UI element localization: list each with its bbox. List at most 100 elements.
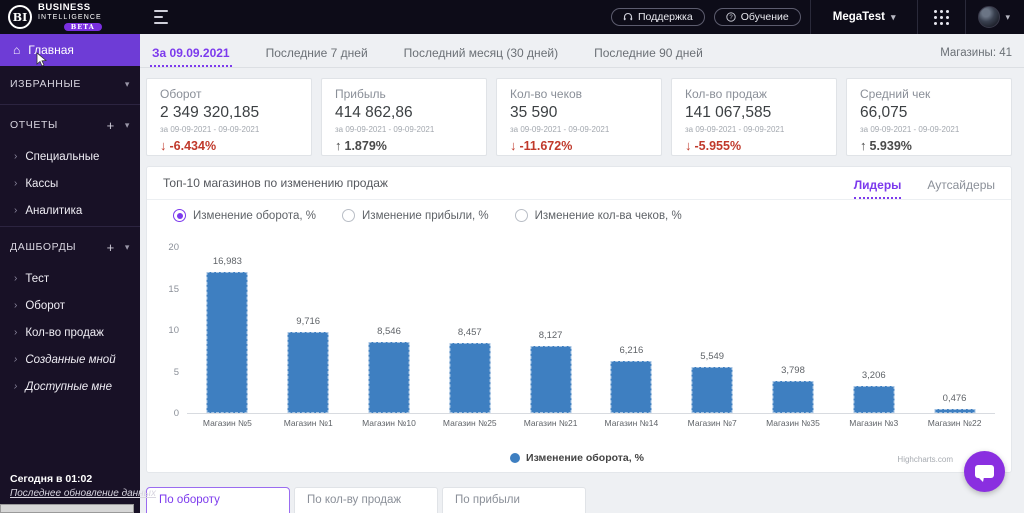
tab-by-turnover[interactable]: По обороту	[146, 487, 290, 513]
kpi-card-profit: Прибыль 414 862,86 за 09-09-2021 - 09-09…	[321, 78, 487, 156]
bar-value-label: 8,457	[457, 326, 482, 338]
radio-label: Изменение оборота, %	[193, 209, 317, 222]
chevron-down-icon: ▾	[890, 11, 896, 22]
period-tabs: За 09.09.2021 Последние 7 дней Последний…	[140, 34, 1024, 68]
sidebar-item-sales-count[interactable]: › Кол-во продаж	[10, 319, 130, 346]
bar[interactable]	[206, 272, 248, 413]
radio-icon	[173, 209, 186, 222]
bar-column[interactable]: 8,127 Магазин №21	[510, 248, 591, 428]
tab-period-day[interactable]: За 09.09.2021	[150, 40, 232, 67]
add-report-icon[interactable]: +	[107, 118, 115, 133]
home-icon: ⌂	[13, 43, 21, 57]
kpi-value: 414 862,86	[335, 104, 413, 121]
y-tick: 5	[173, 366, 179, 378]
kpi-delta-value: -11.672%	[519, 138, 573, 153]
bar[interactable]	[853, 386, 895, 413]
chat-button[interactable]	[964, 451, 1005, 492]
radio-icon	[514, 209, 528, 222]
radio-profit-change[interactable]: Изменение прибыли, %	[342, 209, 489, 222]
sidebar-item-kassy[interactable]: › Кассы	[10, 170, 130, 197]
last-update-link[interactable]: Последнее обновление данных	[10, 488, 156, 499]
stores-count: Магазины: 41	[940, 47, 1012, 59]
bar[interactable]	[287, 332, 329, 413]
bar[interactable]	[934, 409, 976, 413]
highcharts-credit[interactable]: Highcharts.com	[897, 455, 953, 464]
sidebar-item-special[interactable]: › Специальные	[10, 143, 130, 170]
bar-value-label: 0,476	[942, 393, 967, 405]
sidebar-item-label: Кол-во продаж	[25, 326, 104, 339]
sidebar-item-home[interactable]: ⌂ Главная	[0, 34, 140, 67]
sidebar-item-test[interactable]: › Тест	[10, 265, 130, 292]
user-menu[interactable]: ▾	[966, 6, 1024, 28]
sidebar-item-created-by-me[interactable]: › Созданные мной	[10, 346, 130, 373]
bar[interactable]	[530, 345, 572, 413]
bar-value-label: 3,798	[781, 365, 805, 377]
tab-outsiders[interactable]: Аутсайдеры	[927, 178, 995, 199]
bar-column[interactable]: 8,546 Магазин №10	[349, 248, 430, 428]
tab-period-7days[interactable]: Последние 7 дней	[264, 40, 370, 67]
bar-column[interactable]: 16,983 Магазин №5	[187, 248, 268, 428]
sidebar-item-oborot[interactable]: › Оборот	[10, 292, 130, 319]
bar-column[interactable]: 8,457 Магазин №25	[429, 248, 510, 428]
kpi-title: Кол-во продаж	[685, 87, 767, 101]
bar-category-label: Магазин №25	[442, 418, 497, 428]
sidebar-group-favorites[interactable]: ИЗБРАННЫЕ ▾	[10, 66, 130, 102]
svg-text:?: ?	[729, 15, 733, 21]
y-tick: 20	[168, 242, 179, 253]
radio-receipts-change[interactable]: Изменение кол-ва чеков, %	[514, 209, 682, 222]
bar[interactable]	[610, 361, 652, 413]
apps-grid-button[interactable]	[918, 9, 965, 25]
arrow-up-icon: ↑	[335, 138, 342, 153]
bar-column[interactable]: 0,476 Магазин №22	[914, 248, 995, 428]
bar[interactable]	[368, 342, 410, 413]
brand-line2: INTELLIGENCE	[38, 13, 102, 21]
radio-turnover-change[interactable]: Изменение оборота, %	[173, 209, 316, 222]
kpi-period: за 09-09-2021 - 09-09-2021	[510, 125, 610, 134]
bar[interactable]	[449, 342, 491, 413]
bar-column[interactable]: 3,206 Магазин №3	[833, 248, 914, 428]
chevron-right-icon: ›	[14, 178, 18, 189]
account-menu[interactable]: MegaTest ▾	[811, 11, 918, 23]
bar-column[interactable]: 6,216 Магазин №14	[591, 248, 672, 428]
kpi-delta: ↑ 5.939%	[860, 138, 998, 153]
add-dashboard-icon[interactable]: +	[107, 240, 115, 255]
bar-column[interactable]: 5,549 Магазин №7	[672, 248, 753, 428]
y-tick: 10	[168, 325, 179, 336]
plot-area: 16,983 Магазин №5 9,716 Магазин №1 8,546 Мага…	[187, 248, 995, 428]
legend-marker-icon	[510, 453, 521, 463]
bar-category-label: Магазин №22	[927, 418, 982, 428]
sidebar-group-dashboards[interactable]: ДАШБОРДЫ + ▾	[10, 229, 130, 265]
bar-column[interactable]: 9,716 Магазин №1	[268, 248, 349, 428]
tab-period-90days[interactable]: Последние 90 дней	[592, 40, 705, 67]
beta-badge: BETA	[63, 22, 102, 31]
sidebar-item-available-to-me[interactable]: › Доступные мне	[10, 373, 130, 400]
tab-leaders[interactable]: Лидеры	[853, 178, 902, 199]
main-content: За 09.09.2021 Последние 7 дней Последний…	[140, 34, 1024, 513]
tab-period-month[interactable]: Последний месяц (30 дней)	[402, 40, 560, 67]
sidebar-group-reports[interactable]: ОТЧЕТЫ + ▾	[10, 107, 130, 143]
legend-label: Изменение оборота, %	[526, 452, 644, 464]
bar[interactable]	[772, 381, 814, 413]
brand-text: BUSINESS INTELLIGENCE BETA	[38, 3, 102, 31]
bar-category-label: Магазин №14	[604, 418, 659, 428]
bar-column[interactable]: 3,798 Магазин №35	[753, 248, 834, 428]
mouse-cursor-icon	[36, 52, 47, 67]
sidebar-toggle-icon[interactable]	[154, 10, 172, 24]
chevron-down-icon: ▾	[124, 119, 130, 130]
kpi-title: Средний чек	[860, 87, 931, 101]
bar[interactable]	[691, 366, 733, 413]
support-button[interactable]: Поддержка	[610, 8, 705, 26]
sidebar-item-label: Доступные мне	[25, 380, 112, 393]
training-button[interactable]: ? Обучение	[713, 8, 801, 26]
sidebar-item-analytics[interactable]: › Аналитика	[10, 197, 130, 224]
app-window: BI BUSINESS INTELLIGENCE BETA Поддержка …	[0, 0, 1024, 513]
tab-by-profit[interactable]: По прибыли	[442, 487, 586, 513]
brand-logo[interactable]: BI BUSINESS INTELLIGENCE BETA	[0, 0, 140, 34]
chart-legend[interactable]: Изменение оборота, %	[157, 452, 997, 464]
y-axis: 20 15 10 5 0	[157, 243, 179, 419]
sidebar-divider	[0, 226, 140, 227]
arrow-down-icon: ↓	[685, 138, 692, 153]
kpi-value: 2 349 320,185	[160, 104, 260, 121]
leaders-outsiders-tabs: Лидеры Аутсайдеры	[853, 178, 995, 199]
tab-by-sales-count[interactable]: По кол-ву продаж	[294, 487, 438, 513]
